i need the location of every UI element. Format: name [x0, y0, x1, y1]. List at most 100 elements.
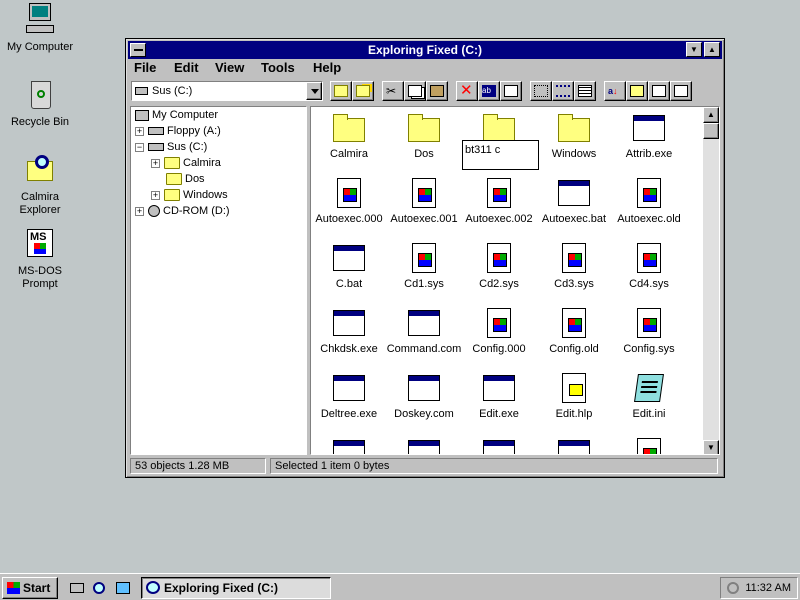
up-folder-button[interactable]: [330, 81, 352, 101]
minimize-button[interactable]: ▼: [686, 42, 702, 57]
menu-view[interactable]: View: [215, 59, 244, 77]
start-label: Start: [23, 581, 51, 595]
expand-icon[interactable]: +: [151, 190, 160, 200]
file-item[interactable]: Cd2.sys: [461, 242, 537, 290]
maximize-button[interactable]: ▲: [704, 42, 720, 57]
quick-launch-desktop-icon[interactable]: [68, 579, 86, 596]
computer-icon: [135, 109, 149, 121]
rename-input[interactable]: bt311 c: [462, 140, 539, 170]
expand-icon[interactable]: +: [135, 206, 144, 216]
file-item[interactable]: Autoexec.001: [386, 177, 462, 225]
scroll-down-icon[interactable]: ▼: [703, 440, 719, 454]
hard-drive-icon: [135, 87, 148, 95]
file-item[interactable]: Cd4.sys: [611, 242, 687, 290]
menu-file[interactable]: File: [134, 59, 156, 77]
exe-icon: [407, 307, 441, 339]
file-item[interactable]: Deltree.exe: [311, 372, 387, 420]
ini-icon: [632, 372, 666, 404]
tree-item-floppy[interactable]: + Floppy (A:): [135, 123, 221, 139]
sort-type-button[interactable]: [626, 81, 648, 101]
taskbar-button-explorer[interactable]: Exploring Fixed (C:): [141, 577, 331, 599]
file-item[interactable]: [461, 437, 537, 454]
tree-item-label: My Computer: [152, 109, 219, 121]
file-item[interactable]: Config.sys: [611, 307, 687, 355]
computer-icon: [23, 3, 57, 37]
file-item[interactable]: C.bat: [311, 242, 387, 290]
file-item[interactable]: Cd3.sys: [536, 242, 612, 290]
tree-item-windows[interactable]: + Windows: [151, 187, 228, 203]
small-icons-button[interactable]: [552, 81, 574, 101]
file-label: Calmira: [330, 148, 368, 160]
menu-tools[interactable]: Tools: [261, 59, 295, 77]
file-item[interactable]: Command.com: [386, 307, 462, 355]
drive-combo[interactable]: Sus (C:): [131, 81, 323, 101]
drive-combo-value: Sus (C:): [152, 85, 193, 97]
cut-button[interactable]: ✂: [382, 81, 404, 101]
file-item[interactable]: Autoexec.000: [311, 177, 387, 225]
sort-size-button[interactable]: [648, 81, 670, 101]
collapse-icon[interactable]: −: [135, 142, 144, 152]
expand-icon[interactable]: +: [135, 126, 144, 136]
doc-icon: [632, 177, 666, 209]
file-item[interactable]: Calmira: [311, 112, 387, 160]
file-item[interactable]: Doskey.com: [386, 372, 462, 420]
tree-item-my-computer[interactable]: My Computer: [135, 107, 218, 123]
file-item[interactable]: Cd1.sys: [386, 242, 462, 290]
desktop-icon-ms-dos-prompt[interactable]: MS MS-DOS Prompt: [0, 227, 80, 291]
file-item[interactable]: Edit.exe: [461, 372, 537, 420]
desktop-icon-recycle-bin[interactable]: Recycle Bin: [0, 78, 80, 129]
rename-button[interactable]: ab: [478, 81, 500, 101]
copy-button[interactable]: [404, 81, 426, 101]
menu-edit[interactable]: Edit: [174, 59, 199, 77]
file-item[interactable]: Config.000: [461, 307, 537, 355]
scroll-up-icon[interactable]: ▲: [703, 107, 719, 123]
tree-item-calmira[interactable]: + Calmira: [151, 155, 221, 171]
file-item[interactable]: [611, 437, 687, 454]
vertical-scrollbar[interactable]: ▲ ▼: [703, 107, 719, 454]
sort-date-button[interactable]: [670, 81, 692, 101]
tree-item-cdrom[interactable]: + CD-ROM (D:): [135, 203, 230, 219]
expand-icon[interactable]: +: [151, 158, 160, 168]
desktop-icon-calmira-explorer[interactable]: Calmira Explorer: [0, 153, 80, 217]
exe-icon: [407, 437, 441, 454]
tree-item-dos[interactable]: Dos: [166, 171, 205, 187]
desktop-icon-my-computer[interactable]: My Computer: [0, 3, 80, 54]
paste-button[interactable]: [426, 81, 448, 101]
exe-icon: [407, 372, 441, 404]
dropdown-arrow-icon[interactable]: [306, 82, 322, 100]
file-item[interactable]: [536, 437, 612, 454]
clock[interactable]: 11:32 AM: [745, 582, 791, 594]
quick-launch-run-icon[interactable]: [114, 579, 132, 596]
doc-icon: [557, 307, 591, 339]
details-view-button[interactable]: [574, 81, 596, 101]
tray-settings-icon[interactable]: [727, 582, 739, 594]
file-item[interactable]: [311, 437, 387, 454]
file-item[interactable]: Edit.ini: [611, 372, 687, 420]
file-item[interactable]: Edit.hlp: [536, 372, 612, 420]
properties-button[interactable]: [500, 81, 522, 101]
delete-button[interactable]: ✕: [456, 81, 478, 101]
status-object-count: 53 objects 1.28 MB: [130, 458, 266, 474]
menu-help[interactable]: Help: [313, 59, 341, 77]
quick-launch-explorer-icon[interactable]: [91, 579, 109, 596]
file-label: Doskey.com: [394, 408, 454, 420]
file-label: Dos: [414, 148, 434, 160]
file-item[interactable]: Config.old: [536, 307, 612, 355]
scroll-thumb[interactable]: [703, 123, 719, 139]
file-item[interactable]: Chkdsk.exe: [311, 307, 387, 355]
large-icons-button[interactable]: [530, 81, 552, 101]
new-folder-button[interactable]: [352, 81, 374, 101]
file-item[interactable]: Autoexec.bat: [536, 177, 612, 225]
file-item[interactable]: [386, 437, 462, 454]
tree-item-sus-c[interactable]: − Sus (C:): [135, 139, 207, 155]
start-button[interactable]: Start: [2, 577, 58, 599]
file-item[interactable]: Attrib.exe: [611, 112, 687, 160]
desktop-icon-label: Recycle Bin: [10, 116, 70, 128]
file-item[interactable]: Autoexec.old: [611, 177, 687, 225]
sort-name-button[interactable]: a↓: [604, 81, 626, 101]
file-item[interactable]: Windows: [536, 112, 612, 160]
title-bar[interactable]: Exploring Fixed (C:) ▼ ▲: [128, 41, 722, 59]
desktop-icon-label: My Computer: [6, 41, 74, 53]
file-item[interactable]: Dos: [386, 112, 462, 160]
file-item[interactable]: Autoexec.002: [461, 177, 537, 225]
